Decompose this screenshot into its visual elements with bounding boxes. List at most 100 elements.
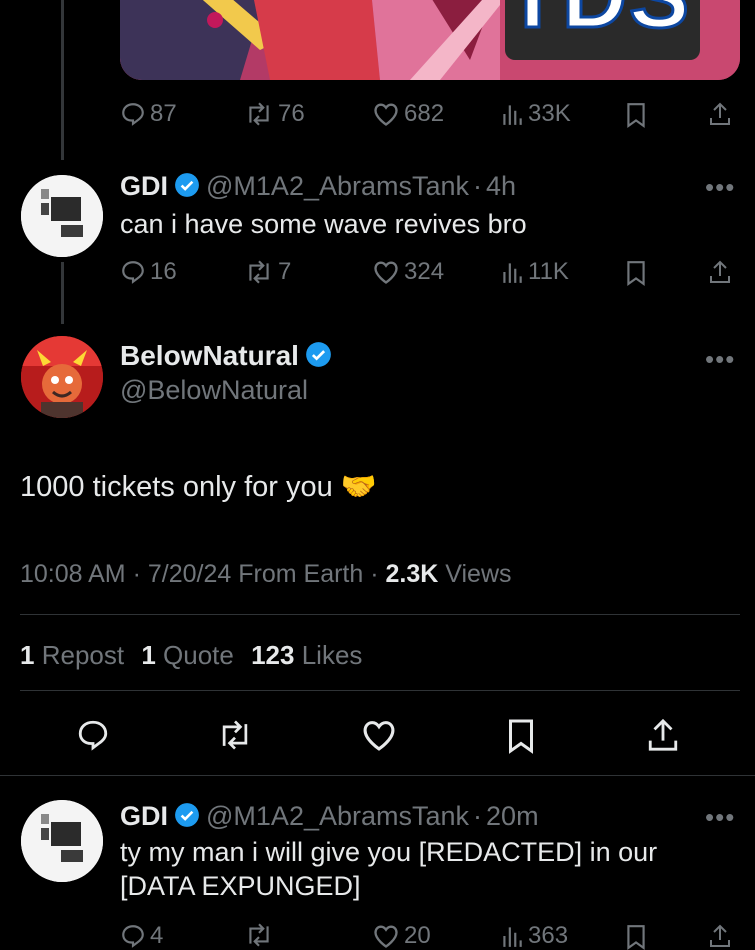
likes-stat-count: 123: [251, 640, 295, 670]
main-tweet-text: 1000 tickets only for you 🤝: [20, 470, 377, 504]
avatar[interactable]: [21, 336, 103, 418]
views-icon: [503, 927, 522, 947]
quote-stat-count: 1: [141, 640, 156, 670]
timestamp[interactable]: 4h: [486, 171, 516, 201]
tweet-date[interactable]: 7/20/24: [148, 560, 231, 588]
share-icon: [710, 260, 730, 283]
views-count: 2.3K: [385, 560, 439, 588]
views-button[interactable]: 33K: [500, 100, 571, 128]
main-bookmark-button[interactable]: [506, 718, 536, 759]
like-count: 682: [404, 100, 445, 127]
thread-line-top: [61, 0, 64, 160]
views-count: 33K: [528, 100, 571, 127]
reply-button[interactable]: 4: [120, 922, 163, 950]
demon-avatar-image: [21, 336, 103, 418]
author-handle[interactable]: @M1A2_AbramsTank: [206, 171, 469, 201]
tweet-text-line-2: [DATA EXPUNGED]: [120, 871, 361, 901]
reply-icon: [122, 925, 144, 948]
bookmark-button[interactable]: [625, 924, 647, 950]
reply-button[interactable]: 87: [120, 100, 177, 128]
bookmark-button[interactable]: [625, 102, 647, 128]
tank-avatar-image: [21, 175, 103, 257]
reply-icon: [122, 103, 144, 126]
views-button[interactable]: 363: [500, 922, 568, 950]
more-options-icon[interactable]: •••: [705, 802, 735, 833]
more-options-icon[interactable]: •••: [705, 344, 735, 375]
likes-stat[interactable]: 123 Likes: [251, 640, 362, 670]
divider: [20, 690, 740, 691]
like-button[interactable]: 324: [372, 258, 444, 286]
avatar[interactable]: [21, 175, 103, 257]
author-name[interactable]: GDI: [120, 801, 168, 831]
tweet-media-image[interactable]: TDS: [120, 0, 740, 80]
thread-line-middle: [61, 262, 64, 324]
repost-icon: [249, 102, 269, 126]
share-button[interactable]: [708, 258, 732, 286]
verified-badge-icon: [175, 803, 199, 827]
more-options-icon[interactable]: •••: [705, 172, 735, 203]
handshake-emoji: 🤝: [340, 471, 377, 503]
reply-count: 4: [150, 922, 164, 949]
main-author-name-row: BelowNatural: [120, 340, 338, 372]
repost-button[interactable]: 76: [244, 100, 305, 128]
like-count: 20: [404, 922, 431, 949]
quote-stat-label: Quote: [163, 640, 234, 670]
views-button[interactable]: 11K: [500, 258, 569, 286]
bookmark-icon: [627, 261, 645, 286]
main-like-button[interactable]: [360, 718, 398, 757]
avatar[interactable]: [21, 800, 103, 882]
bookmark-button[interactable]: [625, 260, 647, 286]
tweet-text-line-1: ty my man i will give you [REDACTED] in …: [120, 837, 658, 867]
likes-stat-label: Likes: [301, 640, 363, 670]
main-share-button[interactable]: [646, 716, 680, 759]
separator: ·: [473, 801, 483, 831]
separator: ·: [370, 560, 379, 588]
reply3-header: GDI @M1A2_AbramsTank · 20m: [120, 800, 539, 832]
tweet-text: 1000 tickets only for you: [20, 471, 333, 503]
tweet-text: can i have some wave revives bro: [120, 209, 527, 239]
timestamp[interactable]: 20m: [486, 801, 539, 831]
reply-icon: [78, 720, 108, 751]
repost-icon: [249, 923, 269, 947]
share-button[interactable]: [708, 100, 732, 128]
like-button[interactable]: 682: [372, 100, 444, 128]
bookmark-icon: [627, 103, 645, 128]
author-handle[interactable]: @BelowNatural: [120, 375, 308, 406]
engagement-stats: 1 Repost 1 Quote 123 Likes: [20, 640, 362, 671]
repost-stat-label: Repost: [41, 640, 125, 670]
separator: ·: [132, 560, 141, 588]
author-handle[interactable]: @M1A2_AbramsTank: [206, 801, 469, 831]
author-name[interactable]: BelowNatural: [120, 340, 299, 371]
repost-stat[interactable]: 1 Repost: [20, 640, 124, 670]
bookmark-icon: [627, 925, 645, 950]
tank-avatar-image: [21, 800, 103, 882]
views-icon: [503, 263, 522, 283]
heart-icon: [374, 103, 398, 126]
share-icon: [710, 102, 730, 125]
tweet-time[interactable]: 10:08 AM: [20, 560, 126, 588]
repost-icon: [222, 720, 248, 750]
verified-badge-icon: [306, 342, 331, 367]
repost-stat-count: 1: [20, 640, 35, 670]
media-title-text: TDS: [504, 0, 691, 49]
views-count: 11K: [528, 258, 569, 285]
repost-button[interactable]: 7: [244, 258, 291, 286]
tweet-meta: 10:08 AM · 7/20/24 From Earth · 2.3K Vie…: [20, 560, 512, 589]
author-name[interactable]: GDI: [120, 171, 168, 201]
reply-count: 87: [150, 100, 177, 127]
like-button[interactable]: 20: [372, 922, 431, 950]
reply2-header: GDI @M1A2_AbramsTank · 4h: [120, 170, 516, 202]
repost-button[interactable]: [244, 922, 274, 948]
quote-stat[interactable]: 1 Quote: [141, 640, 234, 670]
share-button[interactable]: [708, 922, 732, 950]
views-icon: [503, 105, 522, 125]
main-reply-button[interactable]: [76, 718, 110, 757]
reply-button[interactable]: 16: [120, 258, 177, 286]
main-repost-button[interactable]: [216, 718, 254, 757]
repost-icon: [249, 260, 269, 284]
share-icon: [710, 924, 730, 947]
reply-count: 16: [150, 258, 177, 285]
like-count: 324: [404, 258, 445, 285]
separator: ·: [473, 171, 483, 201]
share-icon: [648, 718, 678, 751]
